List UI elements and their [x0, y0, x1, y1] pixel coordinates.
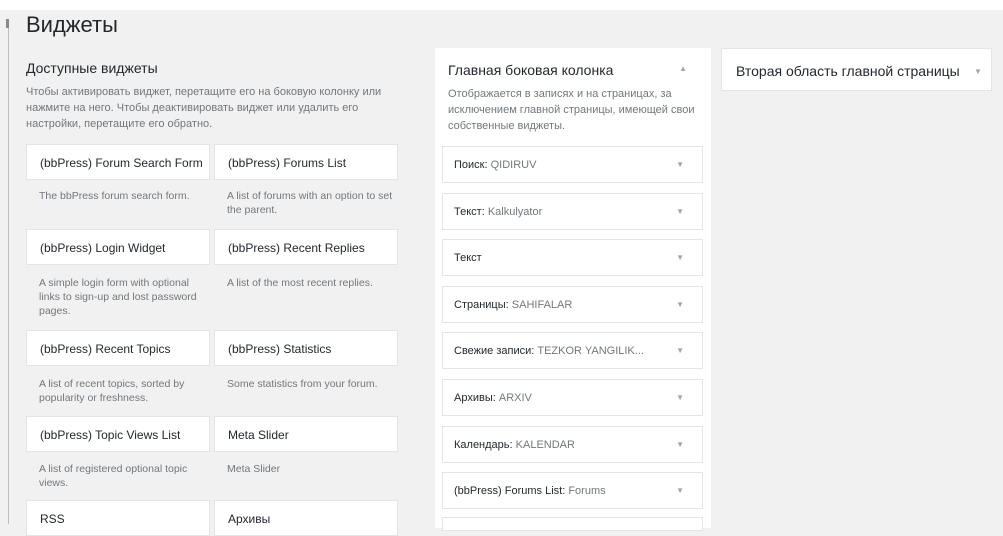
widget-label: (bbPress) Topic Views List: [40, 428, 181, 442]
widget-title: Forums: [568, 485, 606, 497]
sidebar-widget-text[interactable]: Текст ▼: [442, 239, 703, 276]
widget-label: (bbPress) Forum Search Form: [40, 156, 203, 170]
triangle-down-icon[interactable]: ▼: [676, 160, 684, 169]
triangle-down-icon[interactable]: ▼: [676, 207, 684, 216]
widget-title: TEZKOR YANGILIK...: [537, 345, 644, 357]
widget-archives[interactable]: Архивы: [214, 500, 398, 536]
triangle-down-icon[interactable]: ▼: [676, 300, 684, 309]
widget-label: (bbPress) Recent Replies: [228, 241, 365, 255]
widget-type: Страницы: [454, 299, 506, 311]
widget-bbpress-forums-list[interactable]: (bbPress) Forums List: [214, 144, 398, 180]
widget-description: A list of forums with an option to set t…: [227, 190, 393, 216]
second-sidebar-title: Вторая область главной страницы: [736, 63, 960, 79]
widget-label: (bbPress) Forums List: [228, 156, 347, 170]
widget-description: A list of the most recent replies.: [227, 277, 373, 289]
sidebar-widget-calendar[interactable]: Календарь: KALENDAR ▼: [442, 426, 703, 463]
widget-type: Архивы: [454, 392, 493, 404]
available-widgets-description: Чтобы активировать виджет, перетащите ег…: [26, 86, 382, 130]
widget-type: Поиск: [454, 159, 485, 171]
widget-title: QIDIRUV: [490, 159, 537, 171]
widget-meta-slider[interactable]: Meta Slider: [214, 416, 398, 452]
second-sidebar-panel[interactable]: Вторая область главной страницы ▼: [721, 48, 992, 91]
available-widgets-title: Доступные виджеты: [26, 60, 158, 76]
page-title: Виджеты: [26, 12, 118, 37]
widget-title: SAHIFALAR: [511, 299, 573, 311]
widget-bbpress-recent-topics[interactable]: (bbPress) Recent Topics: [26, 330, 210, 366]
sidebar-widget-text-kalkulyator[interactable]: Текст: Kalkulyator ▼: [442, 193, 703, 230]
widget-type: Календарь: [454, 439, 510, 451]
left-divider: [8, 28, 9, 524]
widget-type: Текст: [454, 206, 482, 218]
sidebar-widget-pages[interactable]: Страницы: SAHIFALAR ▼: [442, 286, 703, 323]
widget-bbpress-forum-search-form[interactable]: (bbPress) Forum Search Form: [26, 144, 210, 180]
widget-rss[interactable]: RSS: [26, 500, 210, 536]
triangle-up-icon[interactable]: ▲: [679, 64, 687, 73]
main-sidebar-description: Отображается в записях и на страницах, з…: [448, 88, 695, 132]
widget-description: A list of recent topics, sorted by popul…: [39, 378, 185, 404]
sidebar-widget-search[interactable]: Поиск: QIDIRUV ▼: [442, 146, 703, 183]
main-sidebar-title[interactable]: Главная боковая колонка: [448, 62, 613, 78]
widget-label: (bbPress) Statistics: [228, 342, 332, 356]
widget-label: (bbPress) Login Widget: [40, 241, 166, 255]
widget-title: ARXIV: [498, 392, 532, 404]
triangle-down-icon[interactable]: ▼: [676, 486, 684, 495]
widget-label: Meta Slider: [228, 428, 289, 442]
widget-bbpress-login-widget[interactable]: (bbPress) Login Widget: [26, 229, 210, 265]
widget-title: Kalkulyator: [487, 206, 543, 218]
widget-description: Meta Slider: [227, 463, 281, 475]
triangle-down-icon[interactable]: ▼: [676, 440, 684, 449]
widget-type: Текст: [454, 252, 482, 264]
widget-label: (bbPress) Recent Topics: [40, 342, 171, 356]
triangle-down-icon[interactable]: ▼: [676, 253, 684, 262]
widget-bbpress-topic-views-list[interactable]: (bbPress) Topic Views List: [26, 416, 210, 452]
widget-bbpress-recent-replies[interactable]: (bbPress) Recent Replies: [214, 229, 398, 265]
widget-type: (bbPress) Forums List: [454, 485, 563, 497]
widget-description: The bbPress forum search form.: [39, 190, 190, 202]
sidebar-widget-partial[interactable]: [442, 517, 703, 531]
main-sidebar-panel: Главная боковая колонка ▲ Отображается в…: [435, 48, 711, 531]
triangle-down-icon[interactable]: ▼: [676, 393, 684, 402]
left-marker: [6, 19, 9, 28]
sidebar-widget-forums-list[interactable]: (bbPress) Forums List: Forums ▼: [442, 472, 703, 509]
widget-title: KALENDAR: [515, 439, 575, 451]
top-bar: [0, 0, 1003, 10]
widget-type: Свежие записи: [454, 345, 532, 357]
sidebar-widget-archives[interactable]: Архивы: ARXIV ▼: [442, 379, 703, 416]
widget-description: Some statistics from your forum.: [227, 378, 378, 390]
sidebar-widget-recent-posts[interactable]: Свежие записи: TEZKOR YANGILIK... ▼: [442, 332, 703, 369]
triangle-down-icon[interactable]: ▼: [974, 67, 982, 76]
widget-description: A simple login form with optional links …: [39, 277, 197, 317]
widget-bbpress-statistics[interactable]: (bbPress) Statistics: [214, 330, 398, 366]
triangle-down-icon[interactable]: ▼: [676, 346, 684, 355]
widget-description: A list of registered optional topic view…: [39, 463, 188, 489]
